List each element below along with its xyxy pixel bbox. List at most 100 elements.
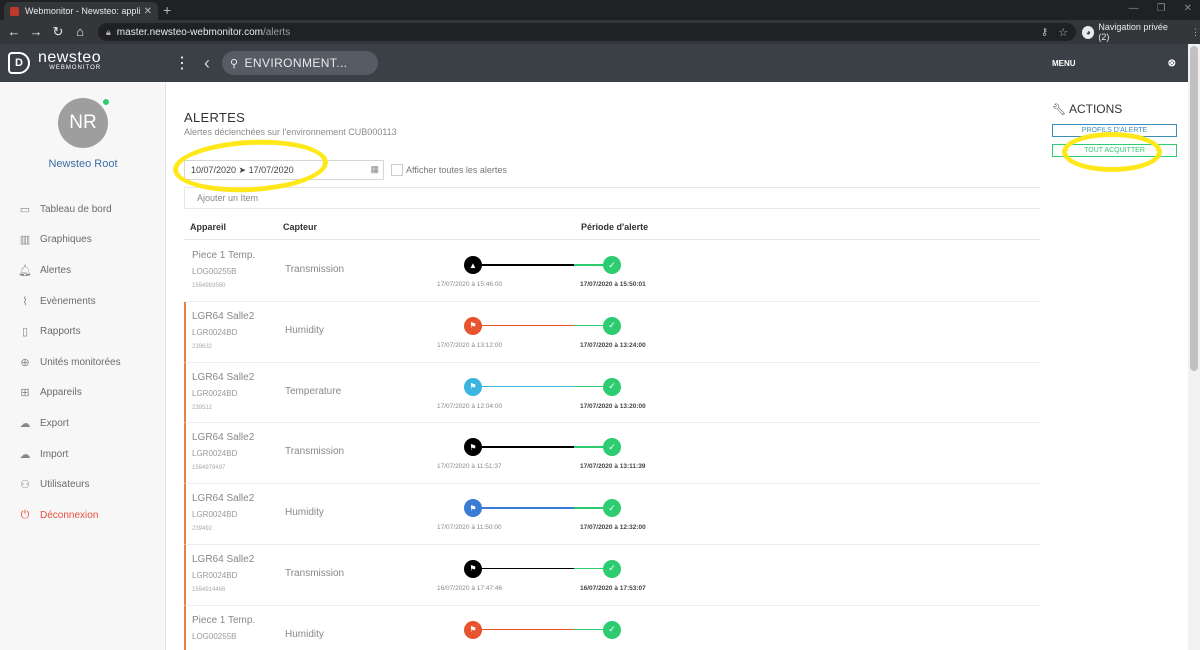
alert-start-time: 17/07/2020 à 12:04:00	[437, 402, 503, 410]
acknowledge-all-button[interactable]: TOUT ACQUITTER	[1052, 144, 1177, 157]
sidebar-item-graphiques[interactable]: ▥ Graphiques	[0, 225, 166, 256]
bell-icon[interactable]: ▲	[464, 256, 482, 274]
flag-icon[interactable]: ⚑	[464, 499, 482, 518]
device-log-id: LOG00255B	[192, 631, 237, 641]
maximize-icon[interactable]: ❐	[1157, 3, 1166, 14]
page-scrollbar[interactable]	[1188, 44, 1200, 650]
table-row[interactable]: LGR64 Salle2 LGR0024BD 1594979497 Transmiss…	[184, 423, 1040, 485]
date-range-input[interactable]: 10/07/2020 ➤ 17/07/2020 ▦	[184, 160, 384, 180]
sidebar-item-appareils[interactable]: ⊞ Appareils	[0, 378, 166, 409]
add-item-input[interactable]: Ajouter un Item	[184, 187, 1040, 209]
home-icon[interactable]: ⌂	[70, 24, 90, 40]
table-row[interactable]: Piece 1 Temp. LOG00255B Humidity ⚑ ✓	[184, 605, 1040, 650]
minimize-icon[interactable]: —	[1129, 3, 1139, 14]
device-serial: 239492	[192, 526, 213, 533]
online-status-dot	[102, 98, 110, 106]
kebab-menu-icon[interactable]: ⋮	[174, 53, 190, 73]
table-row[interactable]: Piece 1 Temp. LOG00255B 1594993560 Transmis…	[184, 241, 1040, 302]
calendar-icon[interactable]: ▦	[370, 164, 379, 175]
flag-icon[interactable]: ⚑	[464, 377, 482, 396]
check-icon[interactable]: ✓	[603, 316, 621, 335]
sidebar-item-export[interactable]: ☁ Export	[0, 408, 166, 439]
key-icon[interactable]: ⚷	[1041, 27, 1048, 38]
alert-end-time: 16/07/2020 à 17:53:07	[580, 584, 646, 592]
alert-start-time: 17/07/2020 à 13:12:00	[437, 341, 503, 349]
url-path: /alerts	[262, 26, 291, 38]
check-icon[interactable]: ✓	[603, 620, 621, 639]
show-all-alerts-toggle[interactable]: Afficher toutes les alertes	[391, 164, 507, 176]
environment-selector[interactable]: ⚲ ENVIRONMENT...	[222, 51, 378, 75]
sidebar-item-alertes[interactable]: 🔔︎ Alertes	[0, 255, 166, 286]
close-tab-icon[interactable]: ✕	[144, 6, 152, 17]
timeline-resolved-segment	[574, 507, 604, 509]
actions-heading: 🔧︎ ACTIONS	[1052, 102, 1122, 116]
alert-profiles-button[interactable]: PROFILS D'ALERTE	[1052, 124, 1177, 137]
alert-end-time: 17/07/2020 à 12:32:00	[580, 524, 646, 532]
timeline-alert-segment	[474, 264, 574, 266]
device-log-id: LGR0024BD	[192, 570, 238, 580]
close-menu-icon[interactable]: ⊗	[1168, 58, 1176, 69]
chevron-left-icon[interactable]: ‹	[204, 53, 210, 74]
alert-start-time: 16/07/2020 à 17:47:46	[437, 584, 503, 592]
add-item-label: Ajouter un Item	[197, 193, 259, 203]
browser-tab[interactable]: Webmonitor - Newsteo: applicat ✕	[4, 2, 158, 20]
sidebar: NR Newsteo Root ▭ Tableau de bord ▥ Graphi…	[0, 82, 166, 650]
incognito-icon: ◕	[1082, 25, 1095, 39]
sidebar-item-deconnexion[interactable]: ⏻ Déconnexion	[0, 500, 166, 531]
sidebar-item-import[interactable]: ☁ Import	[0, 439, 166, 470]
alert-timeline: ⚑ ✓	[464, 316, 621, 336]
close-window-icon[interactable]: ✕	[1184, 3, 1192, 14]
sidebar-item-label: Appareils	[40, 387, 82, 399]
table-row[interactable]: LGR64 Salle2 LGR0024BD 239632 Humidity ⚑ ✓ 17/…	[184, 301, 1040, 363]
sidebar-item-unites-monitorees[interactable]: ⊕ Unités monitorées	[0, 347, 166, 378]
check-icon[interactable]: ✓	[603, 559, 621, 578]
date-range-value: 10/07/2020 ➤ 17/07/2020	[191, 164, 294, 175]
device-serial: 239632	[192, 343, 213, 350]
environment-label: ENVIRONMENT...	[244, 56, 348, 70]
forward-arrow-icon[interactable]: →	[26, 24, 46, 40]
sidebar-item-evenements[interactable]: ⌇ Evènements	[0, 286, 166, 317]
table-row[interactable]: LGR64 Salle2 LGR0024BD 239512 Temperature ⚑ ✓…	[184, 362, 1040, 424]
avatar[interactable]: NR	[58, 98, 108, 148]
alert-end-time: 17/07/2020 à 13:11:39	[580, 463, 646, 471]
alert-timeline: ⚑ ✓	[464, 377, 621, 397]
logo-mark-icon: D	[8, 52, 30, 74]
table-header: Appareil Capteur Période d'alerte	[184, 214, 1040, 240]
show-all-checkbox[interactable]	[391, 164, 403, 176]
sensor-name: Temperature	[285, 385, 342, 397]
device-name: LGR64 Salle2	[192, 432, 255, 444]
user-name[interactable]: Newsteo Root	[0, 158, 166, 170]
table-row[interactable]: LGR64 Salle2 LGR0024BD 1594914466 Transmiss…	[184, 544, 1040, 606]
device-name: LGR64 Salle2	[192, 310, 255, 322]
alert-timeline: ⚑ ✓	[464, 498, 621, 518]
private-browsing-badge[interactable]: ◕ Navigation privée (2) ⋮	[1082, 22, 1200, 42]
check-icon[interactable]: ✓	[603, 499, 621, 518]
sidebar-item-utilisateurs[interactable]: ⚇ Utilisateurs	[0, 469, 166, 500]
url-field[interactable]: 🔒︎ master.newsteo-webmonitor.com/alerts …	[98, 23, 1077, 41]
back-arrow-icon[interactable]: ←	[4, 24, 24, 40]
star-icon[interactable]: ☆	[1058, 26, 1068, 39]
browser-menu-icon[interactable]: ⋮	[1191, 27, 1200, 38]
flag-icon[interactable]: ⚑	[464, 438, 482, 457]
flag-icon[interactable]: ⚑	[464, 559, 482, 578]
table-row[interactable]: LGR64 Salle2 LGR0024BD 239492 Humidity ⚑ ✓ 17/…	[184, 484, 1040, 545]
timeline-resolved-segment	[574, 628, 604, 631]
new-tab-icon[interactable]: +	[163, 2, 171, 18]
sensor-name: Transmission	[285, 446, 345, 458]
check-icon[interactable]: ✓	[603, 438, 621, 457]
sidebar-item-rapports[interactable]: ▯ Rapports	[0, 316, 166, 347]
check-icon[interactable]: ✓	[603, 256, 621, 274]
menu-title: MENU	[1052, 58, 1076, 68]
scrollbar-thumb[interactable]	[1190, 46, 1198, 371]
newsteo-logo[interactable]: D newsteo WEBMONITOR	[0, 44, 166, 82]
timeline-resolved-segment	[574, 446, 604, 448]
alert-timeline: ⚑ ✓	[464, 620, 621, 640]
timeline-alert-segment	[474, 446, 574, 448]
sidebar-item-tableau-de-bord[interactable]: ▭ Tableau de bord	[0, 194, 166, 225]
reload-icon[interactable]: ↻	[48, 24, 68, 40]
sidebar-item-label: Rapports	[40, 326, 81, 338]
flag-icon[interactable]: ⚑	[464, 620, 482, 639]
flag-icon[interactable]: ⚑	[464, 316, 482, 335]
check-icon[interactable]: ✓	[603, 377, 621, 396]
alert-timeline: ▲ ✓	[464, 255, 621, 275]
